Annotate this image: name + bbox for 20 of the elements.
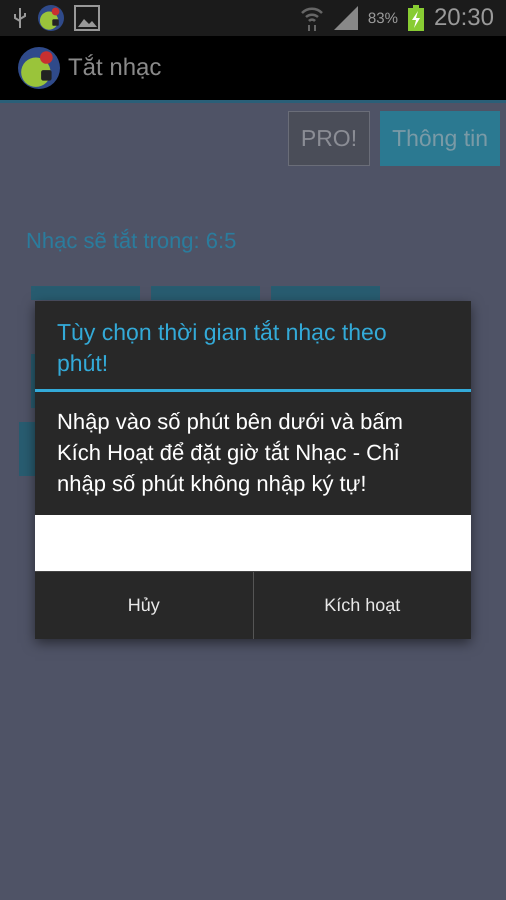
dimmed-button[interactable] [19, 422, 35, 476]
cancel-button[interactable]: Hủy [35, 572, 252, 639]
app-icon [18, 47, 60, 89]
dimmed-button[interactable] [31, 286, 140, 300]
app-icon [38, 5, 64, 31]
wifi-icon [300, 5, 324, 31]
activate-button[interactable]: Kích hoạt [252, 572, 471, 639]
dialog-message: Nhập vào số phút bên dưới và bấm Kích Hoạt để đặt giờ tắt Nhạc - Chỉ nhập số phút không nhập ký tự! [56, 408, 404, 498]
clock: 20:30 [434, 4, 494, 32]
usb-icon [12, 6, 28, 30]
dimmed-button[interactable] [271, 286, 380, 300]
minutes-input-field[interactable] [35, 515, 471, 571]
battery-percent: 83% [368, 10, 398, 26]
image-icon [74, 5, 100, 31]
signal-icon [334, 6, 358, 30]
dialog-title: Tùy chọn thời gian tắt nhạc theo phút! [56, 318, 388, 378]
dimmed-button[interactable] [31, 354, 35, 408]
dimmed-button[interactable] [151, 286, 260, 300]
app-title: Tắt nhạc [68, 54, 162, 82]
battery-charging-icon [408, 5, 424, 31]
